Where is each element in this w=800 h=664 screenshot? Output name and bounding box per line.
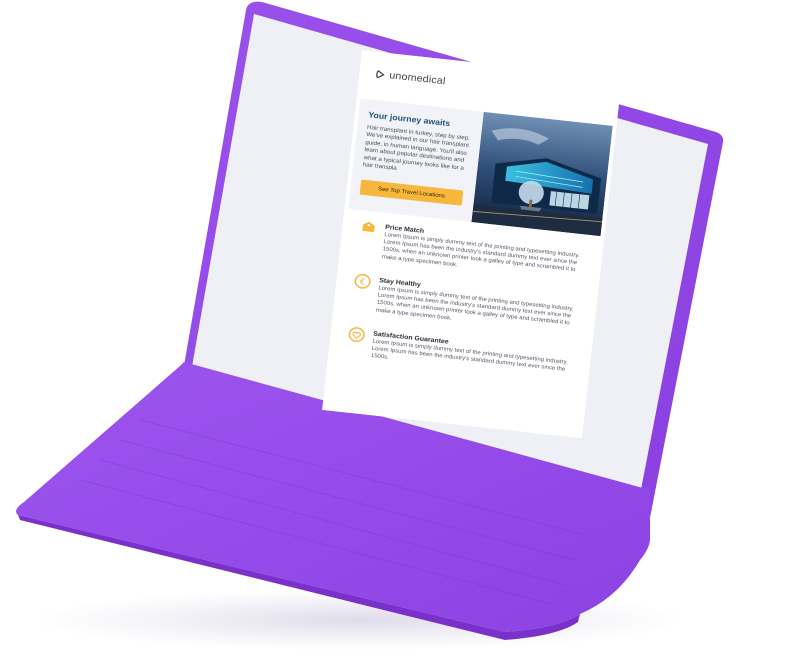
brand-name: unomedical: [388, 70, 447, 87]
hero-description: Hair transplant in turkey, step by step.…: [362, 124, 471, 172]
svg-text:€: €: [359, 276, 366, 286]
see-top-travel-locations-button[interactable]: See Top Travel Locations: [359, 179, 464, 206]
hero-section: Your journey awaits Hair transplant in t…: [348, 98, 613, 237]
unomedical-logo-icon: [376, 70, 385, 79]
email-preview-screen: unomedical Your journey awaits Hair tran…: [321, 50, 622, 439]
email-card: unomedical Your journey awaits Hair tran…: [321, 50, 622, 439]
price-tag-icon: [362, 221, 375, 233]
feature-text: Lorem Ipsum is simply dummy text of the …: [381, 231, 580, 274]
laptop-mockup-scene: unomedical Your journey awaits Hair tran…: [0, 0, 800, 664]
brand-logo: unomedical: [374, 68, 446, 88]
hospital-building-photo: [471, 111, 613, 237]
euro-icon: €: [354, 273, 371, 289]
shield-heart-icon: [348, 327, 365, 343]
